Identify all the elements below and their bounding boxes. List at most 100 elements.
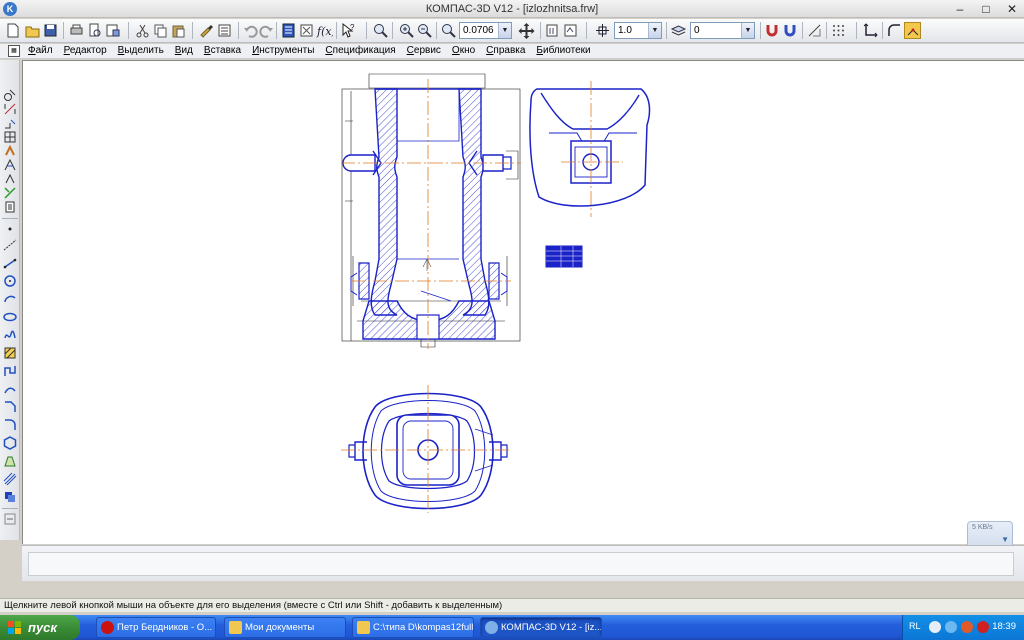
designations-panel-icon[interactable]: [3, 116, 17, 130]
cursor-step-combo[interactable]: 1.0 ▼: [614, 22, 662, 39]
cad-drawing[interactable]: [23, 61, 1024, 545]
save-button[interactable]: [42, 22, 59, 39]
properties-icon[interactable]: [216, 22, 233, 39]
curve-tool-icon[interactable]: [3, 382, 17, 396]
close-button[interactable]: ✕: [1004, 1, 1020, 17]
round-icon[interactable]: [886, 22, 903, 39]
menu-view[interactable]: Вид: [175, 45, 193, 56]
new-document-button[interactable]: [4, 22, 21, 39]
chevron-down-icon[interactable]: ▼: [648, 23, 661, 38]
segment-tool-icon[interactable]: [3, 256, 17, 270]
chevron-down-icon[interactable]: ▼: [741, 23, 754, 38]
copy-icon[interactable]: [152, 22, 169, 39]
menu-insert[interactable]: Вставка: [204, 45, 241, 56]
language-indicator[interactable]: RL: [909, 621, 921, 631]
contour-tool-icon[interactable]: [3, 454, 17, 468]
arc-tool-icon[interactable]: [3, 292, 17, 306]
auxiliary-line-icon[interactable]: [3, 238, 17, 252]
menu-window[interactable]: Окно: [452, 45, 475, 56]
coordinate-system-icon[interactable]: [862, 22, 879, 39]
pan-icon[interactable]: [518, 22, 535, 39]
grid-icon[interactable]: [830, 22, 847, 39]
measure-panel-icon[interactable]: [3, 158, 17, 172]
menu-specification[interactable]: Спецификация: [325, 45, 395, 56]
chevron-down-icon[interactable]: ▼: [498, 23, 511, 38]
manager-icon[interactable]: [280, 22, 297, 39]
maximize-button[interactable]: □: [978, 1, 994, 17]
tray-volume-icon[interactable]: [945, 621, 957, 633]
cursor-step-icon[interactable]: [594, 22, 611, 39]
menu-select[interactable]: Выделить: [118, 45, 164, 56]
layer-combo[interactable]: 0 ▼: [690, 22, 755, 39]
spec-panel-icon[interactable]: [3, 186, 17, 200]
hatch-tool-icon[interactable]: [3, 346, 17, 360]
variables-icon[interactable]: [298, 22, 315, 39]
editing-panel-icon[interactable]: [3, 130, 17, 144]
point-tool-icon[interactable]: [3, 222, 17, 236]
report-panel-icon[interactable]: [3, 200, 17, 214]
property-panel-area[interactable]: [28, 552, 1014, 576]
circle-tool-icon[interactable]: [3, 274, 17, 288]
tray-network-icon[interactable]: [929, 621, 941, 633]
undo-icon[interactable]: [242, 22, 259, 39]
collapse-panel-icon[interactable]: [3, 512, 17, 526]
selection-panel-icon[interactable]: [3, 172, 17, 186]
layers-icon[interactable]: [670, 22, 687, 39]
side-view[interactable]: [529, 81, 651, 217]
redo-icon[interactable]: [258, 22, 275, 39]
function-icon[interactable]: f(x): [316, 22, 336, 39]
property-panel: [22, 545, 1024, 581]
document-icon[interactable]: ▦: [8, 45, 20, 57]
front-section-view[interactable]: [341, 73, 521, 349]
tray-antivirus-icon[interactable]: [977, 621, 989, 633]
taskbar-item-kompas-folder[interactable]: C:\типа D\kompas12full: [352, 617, 474, 638]
cut-icon[interactable]: [134, 22, 151, 39]
polygon-tool-icon[interactable]: [3, 436, 17, 450]
spline-tool-icon[interactable]: [3, 328, 17, 342]
ellipse-tool-icon[interactable]: [3, 310, 17, 324]
paste-icon[interactable]: [170, 22, 187, 39]
menu-edit[interactable]: Редактор: [64, 45, 107, 56]
equidistant-tool-icon[interactable]: [3, 472, 17, 486]
dimensions-panel-icon[interactable]: [3, 102, 17, 116]
polyline-tool-icon[interactable]: [3, 364, 17, 378]
menu-tools[interactable]: Инструменты: [252, 45, 314, 56]
open-file-button[interactable]: [24, 22, 41, 39]
local-snap-icon[interactable]: [782, 22, 799, 39]
system-tray: RL 18:39: [902, 615, 1024, 640]
taskbar-item-my-documents[interactable]: Мои документы: [224, 617, 346, 638]
snap-magnet-icon[interactable]: [764, 22, 781, 39]
print-preview-button[interactable]: [86, 22, 103, 39]
page-setup-button[interactable]: [104, 22, 121, 39]
zoom-scale-combo[interactable]: 0.0706 ▼: [459, 22, 512, 39]
help-pointer-icon[interactable]: ?: [340, 22, 357, 39]
menu-libraries[interactable]: Библиотеки: [536, 45, 590, 56]
menu-help[interactable]: Справка: [486, 45, 525, 56]
fillet-tool-icon[interactable]: [3, 418, 17, 432]
zoom-scale-icon[interactable]: [440, 22, 457, 39]
geometry-panel-icon[interactable]: [3, 88, 17, 102]
drawing-canvas[interactable]: 5 KB/s ▼: [22, 60, 1024, 553]
start-button[interactable]: пуск: [0, 615, 80, 640]
zoom-window-icon[interactable]: [372, 22, 389, 39]
refresh-view-icon[interactable]: [544, 22, 561, 39]
minimize-button[interactable]: –: [952, 1, 968, 17]
zoom-in-icon[interactable]: [398, 22, 415, 39]
chevron-down-icon[interactable]: ▼: [1001, 535, 1009, 544]
orthogonal-icon[interactable]: [806, 22, 823, 39]
tray-app-icon[interactable]: [961, 621, 973, 633]
chamfer-tool-icon[interactable]: [3, 400, 17, 414]
top-view[interactable]: [341, 385, 511, 513]
menu-file[interactable]: Файл: [28, 45, 53, 56]
menu-service[interactable]: Сервис: [407, 45, 441, 56]
show-all-icon[interactable]: [562, 22, 579, 39]
format-brush-icon[interactable]: [198, 22, 215, 39]
parametrization-panel-icon[interactable]: [3, 144, 17, 158]
parametric-mode-icon[interactable]: [904, 22, 921, 39]
zoom-out-icon[interactable]: [416, 22, 433, 39]
fill-tool-icon[interactable]: [3, 490, 17, 504]
title-block[interactable]: [545, 245, 583, 268]
print-button[interactable]: [68, 22, 85, 39]
taskbar-item-kompas[interactable]: КОМПАС-3D V12 - [iz...: [480, 617, 602, 638]
taskbar-item-opera[interactable]: Петр Бердников - О...: [96, 617, 216, 638]
